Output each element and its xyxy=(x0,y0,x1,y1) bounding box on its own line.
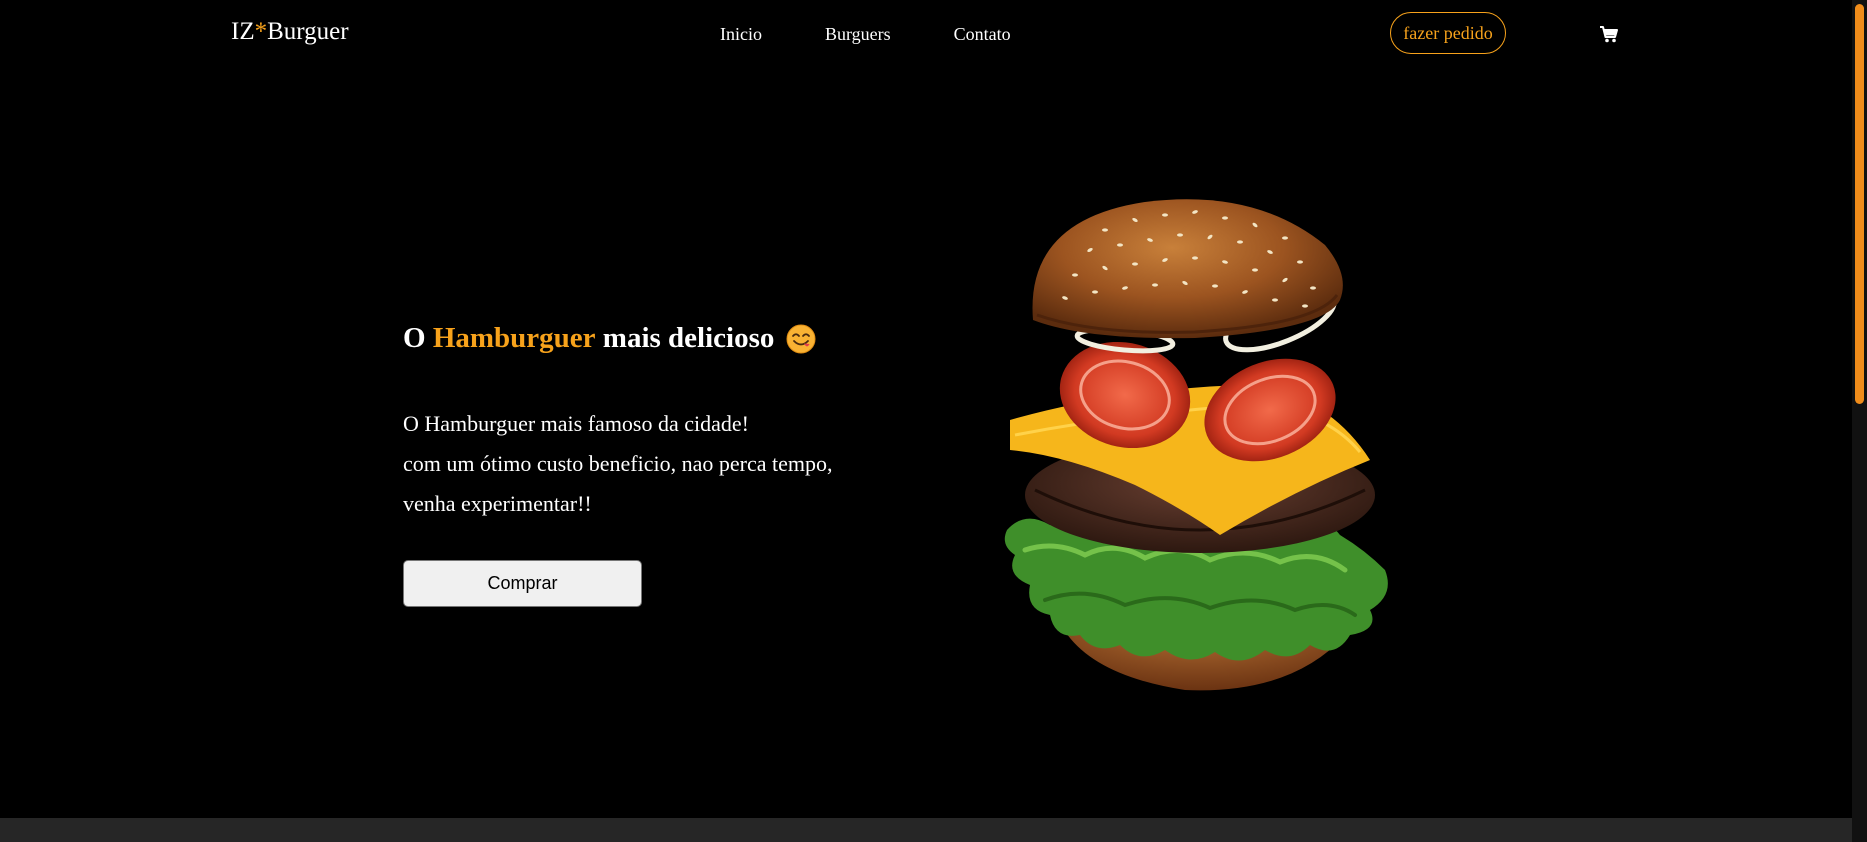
logo-suffix: Burguer xyxy=(267,18,349,45)
hero-title: O Hamburguer mais delicioso xyxy=(403,322,816,355)
logo-prefix: IZ xyxy=(231,18,255,45)
next-section-edge xyxy=(0,818,1852,842)
buy-button[interactable]: Comprar xyxy=(403,560,642,607)
logo-star: * xyxy=(254,18,268,45)
hero-title-accent: Hamburguer xyxy=(432,322,596,354)
page: IZ*Burguer Inicio Burguers Contato fazer… xyxy=(0,0,1867,842)
hero-text-line-2: com um ótimo custo beneficio, nao perca … xyxy=(403,451,833,476)
shopping-cart-icon[interactable] xyxy=(1599,24,1619,44)
hero-title-start: O xyxy=(403,322,433,354)
nav-link-inicio[interactable]: Inicio xyxy=(720,24,762,45)
order-button[interactable]: fazer pedido xyxy=(1390,12,1506,54)
scrollbar-thumb[interactable] xyxy=(1855,4,1864,404)
burger-image xyxy=(995,190,1415,700)
nav-link-contato[interactable]: Contato xyxy=(954,24,1011,45)
logo[interactable]: IZ*Burguer xyxy=(231,18,349,46)
hero-title-end: mais delicioso xyxy=(595,322,775,354)
vertical-scrollbar[interactable] xyxy=(1852,0,1867,842)
hero-description: O Hamburguer mais famoso da cidade! com … xyxy=(403,404,832,524)
yum-face-icon xyxy=(786,324,816,354)
main-nav: Inicio Burguers Contato xyxy=(720,24,1074,45)
hero-text-line-1: O Hamburguer mais famoso da cidade! xyxy=(403,411,749,436)
hero-text-line-3: venha experimentar!! xyxy=(403,491,592,516)
nav-link-burguers[interactable]: Burguers xyxy=(825,24,891,45)
